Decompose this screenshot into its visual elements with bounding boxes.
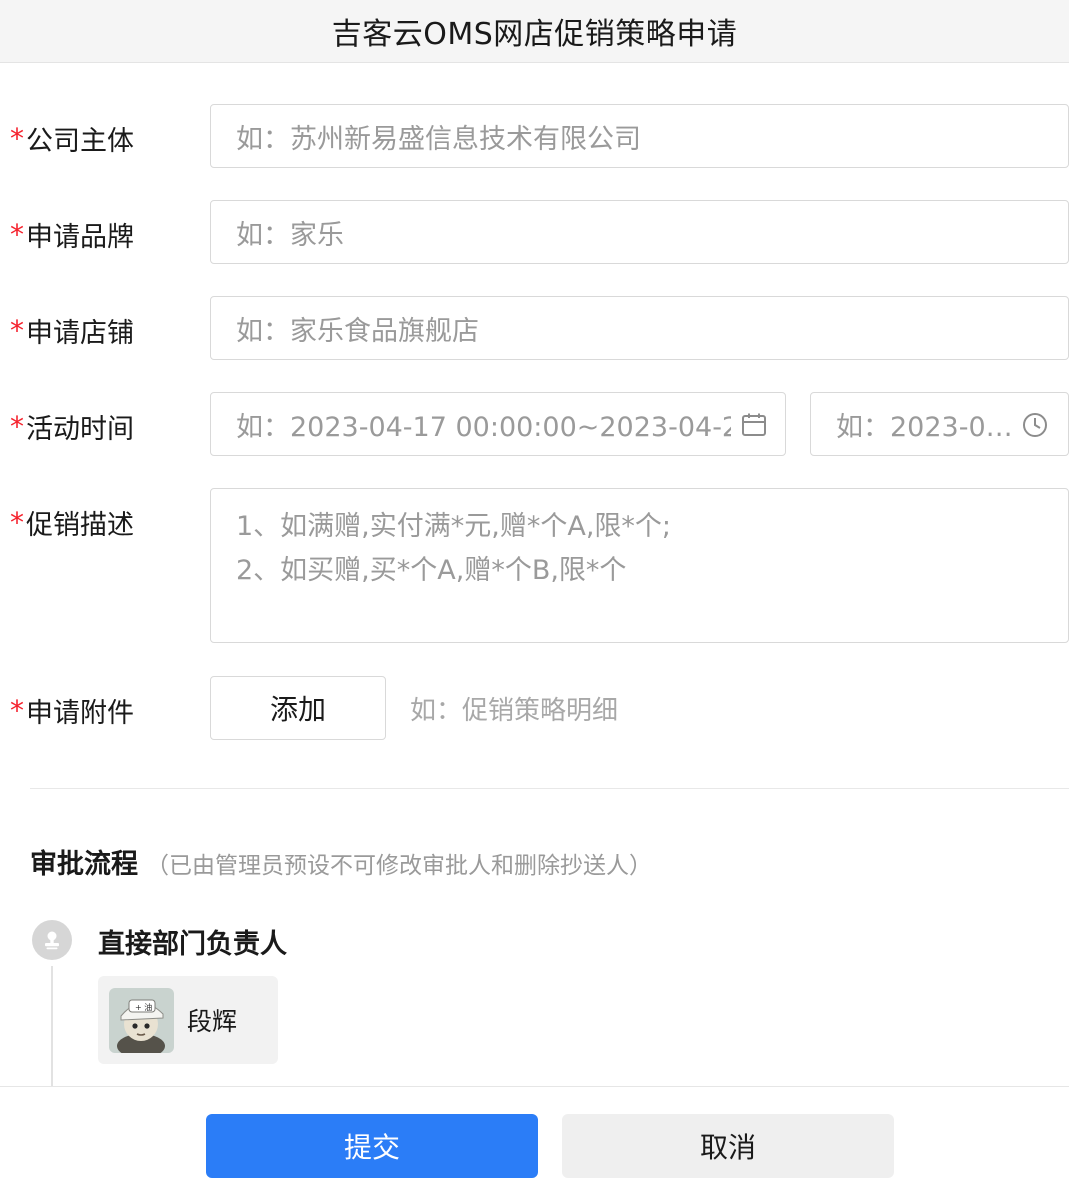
approval-section-title: 审批流程 （已由管理员预设不可修改审批人和删除抄送人） — [30, 842, 652, 881]
activity-time-label: * 活动时间 — [10, 409, 134, 445]
avatar: + 油 — [109, 987, 174, 1053]
page-title: 吉客云OMS网店促销策略申请 — [331, 17, 738, 52]
add-attachment-button[interactable]: 添加 — [210, 676, 386, 740]
required-mark: * — [10, 121, 24, 155]
time-input[interactable]: 如：2023-04-17 00:00:00 — [810, 392, 1069, 456]
required-mark: * — [10, 409, 24, 443]
user-stamp-icon — [32, 920, 72, 960]
clock-icon[interactable] — [1022, 412, 1048, 438]
date-range-placeholder: 如：2023-04-17 00:00:00~2023-04-23 23:59:5… — [236, 411, 731, 443]
required-mark: * — [10, 313, 24, 347]
approver-card[interactable]: + 油 段辉 — [98, 976, 278, 1064]
shop-label: * 申请店铺 — [10, 313, 134, 349]
company-label: * 公司主体 — [10, 121, 134, 157]
required-mark: * — [10, 693, 24, 727]
company-input[interactable]: 如：苏州新易盛信息技术有限公司 — [210, 104, 1069, 168]
brand-input-placeholder: 如：家乐 — [236, 219, 344, 251]
shop-input[interactable]: 如：家乐食品旗舰店 — [210, 296, 1069, 360]
shop-input-placeholder: 如：家乐食品旗舰店 — [236, 315, 479, 347]
description-textarea[interactable]: 1、如满赠,实付满*元,赠*个A,限*个; 2、如买赠,买*个A,赠*个B,限*… — [210, 488, 1069, 643]
approval-title: 审批流程 — [30, 849, 138, 880]
company-input-placeholder: 如：苏州新易盛信息技术有限公司 — [236, 123, 641, 155]
approval-node-title: 直接部门负责人 — [98, 929, 287, 960]
approval-note: （已由管理员预设不可修改审批人和删除抄送人） — [146, 853, 652, 879]
divider — [30, 788, 1069, 789]
time-placeholder: 如：2023-04-17 00:00:00 — [836, 411, 1018, 443]
date-range-input[interactable]: 如：2023-04-17 00:00:00~2023-04-23 23:59:5… — [210, 392, 786, 456]
required-mark: * — [10, 505, 24, 539]
description-label: * 促销描述 — [10, 505, 134, 541]
brand-label: * 申请品牌 — [10, 217, 134, 253]
svg-text:+ 油: + 油 — [135, 1002, 152, 1012]
attachment-label: * 申请附件 — [10, 693, 134, 729]
cancel-button[interactable]: 取消 — [562, 1114, 894, 1178]
attachment-hint: 如：促销策略明细 — [410, 696, 619, 726]
submit-button[interactable]: 提交 — [206, 1114, 538, 1178]
description-placeholder-line: 1、如满赠,实付满*元,赠*个A,限*个; — [236, 511, 671, 542]
brand-input[interactable]: 如：家乐 — [210, 200, 1069, 264]
timeline-connector — [51, 966, 53, 1086]
description-placeholder-line: 2、如买赠,买*个A,赠*个B,限*个 — [236, 555, 627, 586]
required-mark: * — [10, 217, 24, 251]
footer-bar: 提交 取消 — [0, 1086, 1069, 1184]
calendar-icon[interactable] — [741, 412, 767, 438]
title-bar: 吉客云OMS网店促销策略申请 — [0, 0, 1069, 63]
approver-name: 段辉 — [187, 1007, 238, 1036]
